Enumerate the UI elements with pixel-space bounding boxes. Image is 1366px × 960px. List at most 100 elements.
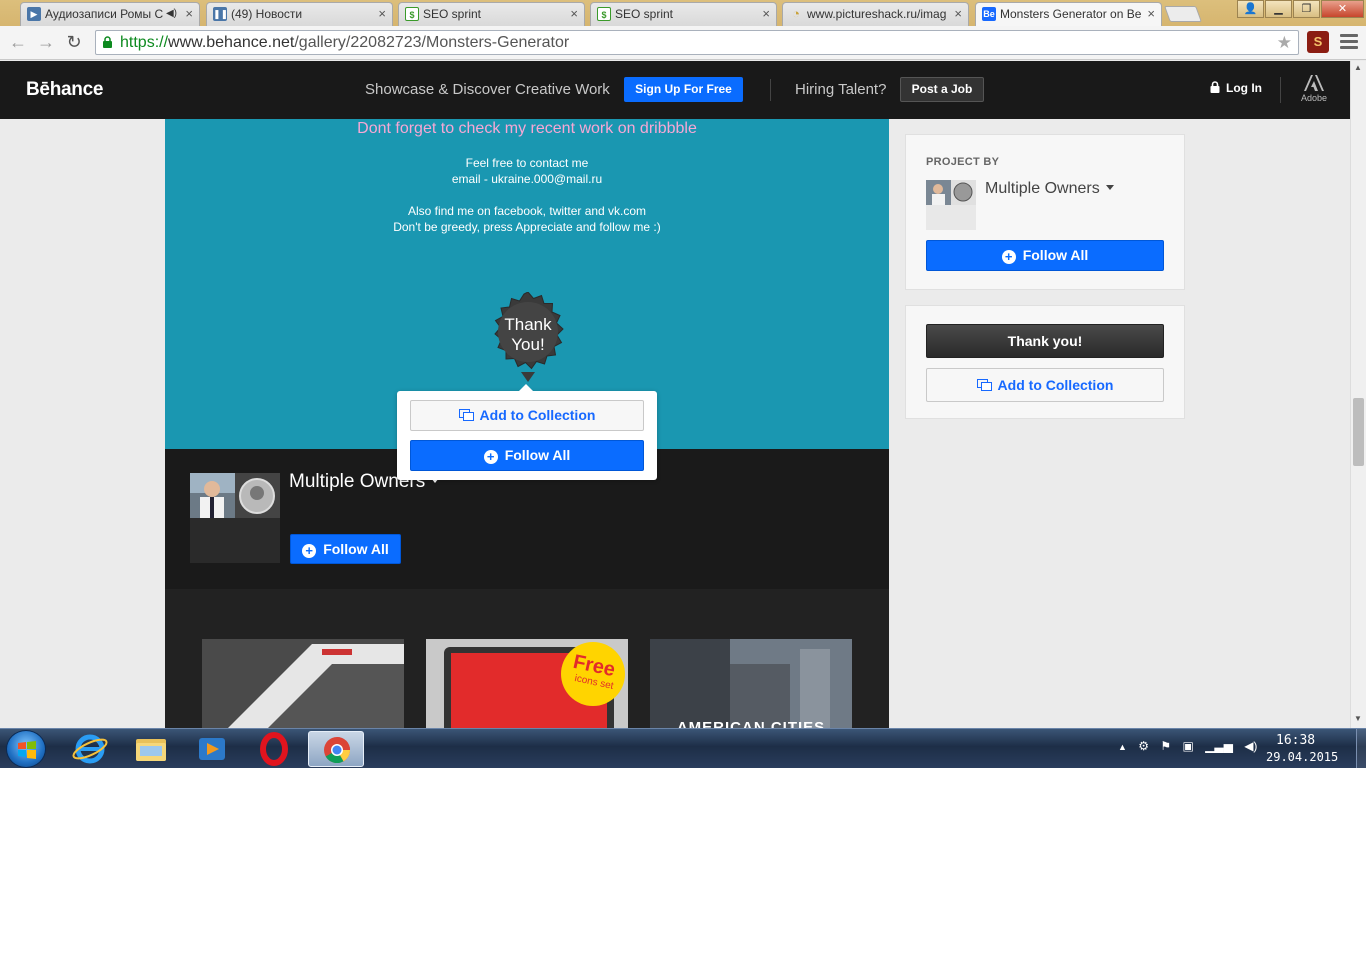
- plus-circle-icon: +: [483, 450, 498, 464]
- chrome-icon[interactable]: [308, 731, 364, 767]
- clock-time[interactable]: 16:38: [1276, 733, 1315, 748]
- project-by-card: PROJECT BY Multiple Owners + Follow All: [905, 134, 1185, 290]
- project-thumbnail-2[interactable]: Free icons set: [426, 639, 628, 728]
- scroll-down-icon[interactable]: ▼: [1354, 714, 1362, 723]
- dribbble-text: Dont forget to check my recent work on d…: [357, 120, 697, 137]
- menu-icon[interactable]: [1340, 34, 1358, 52]
- extension-icon[interactable]: S: [1307, 31, 1329, 53]
- divider: [1280, 77, 1281, 103]
- project-thumbnail-1[interactable]: [202, 639, 404, 728]
- action-center-flag-icon[interactable]: ⚑: [1160, 739, 1171, 753]
- login-link[interactable]: Log In: [1210, 81, 1262, 95]
- follow-all-button[interactable]: + Follow All: [926, 240, 1164, 271]
- follow-all-label: Follow All: [323, 541, 389, 557]
- tab-seo-sprint-1[interactable]: $ SEO sprint ×: [398, 2, 585, 26]
- close-icon[interactable]: ×: [570, 3, 578, 25]
- post-job-button[interactable]: Post a Job: [900, 77, 984, 102]
- forward-icon[interactable]: →: [35, 32, 57, 54]
- lock-icon: [1210, 81, 1220, 93]
- clock-date[interactable]: 29.04.2015: [1266, 750, 1338, 764]
- sign-up-button[interactable]: Sign Up For Free: [624, 77, 743, 102]
- adobe-label: Adobe: [1300, 93, 1328, 103]
- tab-vk-news[interactable]: ❚❚ (49) Новости ×: [206, 2, 393, 26]
- owners-name-text: Multiple Owners: [985, 180, 1100, 197]
- file-explorer-icon[interactable]: [123, 731, 179, 767]
- divider: [770, 79, 771, 101]
- collection-icon: [458, 409, 474, 421]
- avatar: [926, 180, 976, 205]
- url-host: www.behance.net: [168, 34, 295, 51]
- owners-avatar[interactable]: [190, 473, 280, 563]
- screen: ▶ Аудиозаписи Ромы С ◀) × ❚❚ (49) Новост…: [0, 0, 1366, 768]
- behance-logo[interactable]: Bēhance: [26, 79, 103, 101]
- add-to-collection-button[interactable]: Add to Collection: [410, 400, 644, 431]
- add-to-collection-button[interactable]: Add to Collection: [926, 368, 1164, 402]
- owners-name[interactable]: Multiple Owners: [985, 180, 1114, 198]
- adobe-icon: [1304, 75, 1324, 91]
- you-text: You!: [511, 335, 545, 354]
- ie-logo: [72, 734, 108, 764]
- more-projects-section: Free icons set AMERICAN CITIES: [165, 589, 889, 728]
- device-icon[interactable]: ▣: [1182, 739, 1193, 753]
- login-label: Log In: [1226, 81, 1262, 95]
- scroll-thumb[interactable]: [1353, 398, 1364, 466]
- address-bar[interactable]: https://www.behance.net/gallery/22082723…: [95, 30, 1299, 55]
- close-icon[interactable]: ×: [185, 3, 193, 25]
- hiring-talent-link[interactable]: Hiring Talent?: [795, 81, 886, 98]
- tab-behance[interactable]: Be Monsters Generator on Be ×: [975, 2, 1162, 26]
- avatar: [190, 473, 280, 518]
- follow-popup: Add to Collection + Follow All: [397, 384, 657, 480]
- behance-icon: Be: [982, 7, 996, 21]
- collection-icon: [976, 379, 992, 391]
- minimize-icon[interactable]: ▁: [1265, 0, 1292, 18]
- steam-icon[interactable]: ⚙: [1138, 739, 1149, 753]
- close-window-icon[interactable]: ✕: [1321, 0, 1364, 18]
- thank-text: Thank: [504, 315, 552, 334]
- folder-icon: [136, 739, 166, 761]
- adobe-link[interactable]: Adobe: [1300, 75, 1328, 103]
- scroll-up-icon[interactable]: ▲: [1354, 63, 1362, 72]
- caret-down-icon: [1105, 185, 1114, 190]
- project-by-label: PROJECT BY: [926, 156, 1000, 168]
- project-thumbnail-3[interactable]: AMERICAN CITIES: [650, 639, 852, 728]
- new-tab-button[interactable]: [1164, 6, 1202, 22]
- network-icon[interactable]: ▁▃▅: [1205, 739, 1233, 753]
- close-icon[interactable]: ×: [954, 3, 962, 25]
- close-icon[interactable]: ×: [762, 3, 770, 25]
- windows-logo-icon: [18, 741, 36, 759]
- behance-header: Bēhance Showcase & Discover Creative Wor…: [0, 61, 1366, 119]
- tab-title: Monsters Generator on Be: [1000, 7, 1142, 21]
- thumbnail-image: [650, 639, 852, 728]
- show-desktop-button[interactable]: [1356, 729, 1366, 768]
- follow-all-button[interactable]: + Follow All: [290, 534, 401, 564]
- user-icon[interactable]: 👤: [1237, 0, 1264, 18]
- reload-icon[interactable]: ↻: [63, 32, 85, 54]
- close-icon[interactable]: ×: [1147, 3, 1155, 25]
- volume-icon[interactable]: ◀): [1244, 739, 1257, 753]
- follow-all-button[interactable]: + Follow All: [410, 440, 644, 471]
- lock-icon: [103, 36, 112, 48]
- opera-icon[interactable]: [246, 731, 302, 767]
- close-icon[interactable]: ×: [378, 3, 386, 25]
- thank-you-button[interactable]: Thank you!: [926, 324, 1164, 358]
- dollar-icon: $: [405, 7, 419, 21]
- tab-vk-audio[interactable]: ▶ Аудиозаписи Ромы С ◀) ×: [20, 2, 200, 26]
- bookmark-star-icon[interactable]: ★: [1277, 31, 1292, 54]
- tab-title: SEO sprint: [615, 7, 674, 21]
- chrome-logo: [324, 737, 351, 764]
- system-tray: ▲ ⚙ ⚑ ▣ ▁▃▅ ◀): [1118, 739, 1257, 753]
- show-hidden-icons-icon[interactable]: ▲: [1118, 742, 1127, 752]
- tagline[interactable]: Showcase & Discover Creative Work: [365, 81, 610, 98]
- loading-icon: ◔: [792, 6, 800, 21]
- media-player-icon[interactable]: [184, 731, 240, 767]
- american-cities-text: AMERICAN CITIES: [676, 719, 826, 728]
- restore-icon[interactable]: ❐: [1293, 0, 1320, 18]
- tab-title: www.pictureshack.ru/imag: [807, 7, 947, 21]
- owners-avatar[interactable]: [926, 180, 976, 230]
- tab-pictureshack[interactable]: ◔ www.pictureshack.ru/imag ×: [782, 2, 969, 26]
- tab-seo-sprint-2[interactable]: $ SEO sprint ×: [590, 2, 777, 26]
- back-icon[interactable]: ←: [7, 32, 29, 54]
- start-button[interactable]: [6, 730, 46, 768]
- scrollbar[interactable]: ▲ ▼: [1350, 61, 1366, 728]
- internet-explorer-icon[interactable]: [62, 731, 118, 767]
